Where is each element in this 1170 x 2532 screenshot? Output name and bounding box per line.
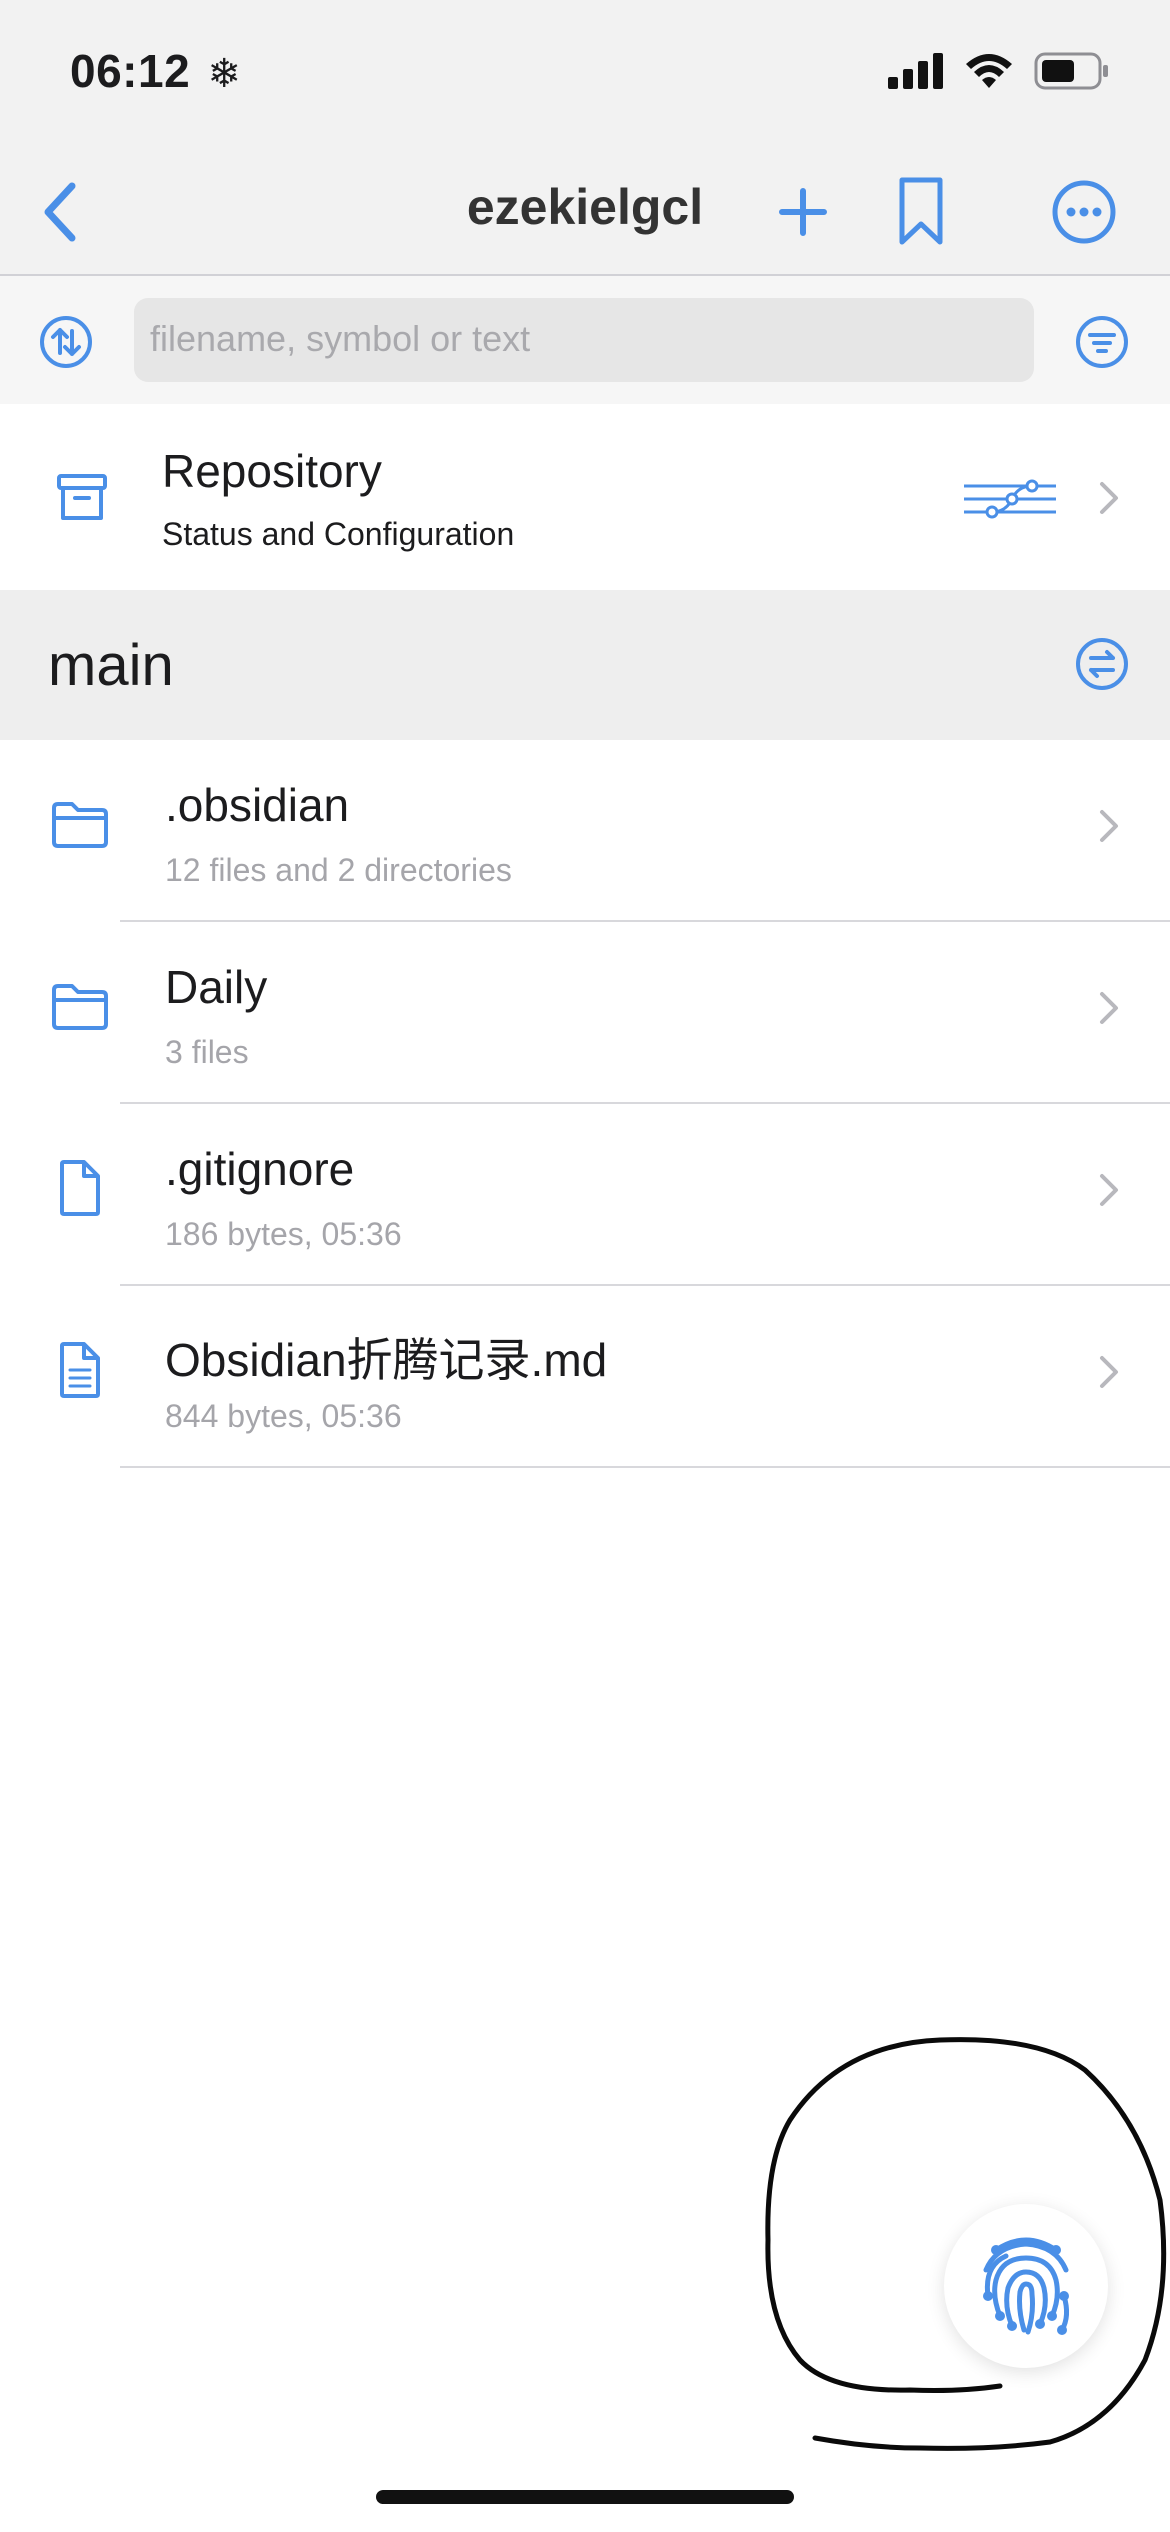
app-screen: 06:12 ❄ ezekielgcl filename, symbol or t…: [0, 0, 1170, 2532]
more-icon: [1052, 180, 1116, 244]
bookmark-button[interactable]: [886, 168, 956, 256]
repository-title: Repository: [162, 445, 382, 497]
status-bar: 06:12 ❄: [0, 0, 1170, 150]
item-detail: 12 files and 2 directories: [165, 852, 512, 888]
folder-icon: [52, 984, 108, 1030]
switch-branch-icon: [1076, 638, 1128, 690]
snowflake-icon: ❄: [207, 52, 242, 96]
git-graph-icon: [964, 479, 1056, 519]
divider: [120, 1466, 1170, 1468]
fingerprint-button[interactable]: [944, 2204, 1108, 2368]
status-time: 06:12 ❄: [70, 44, 241, 98]
time-label: 06:12: [70, 45, 191, 97]
battery-icon: [1034, 52, 1108, 90]
item-detail: 844 bytes, 05:36: [165, 1398, 402, 1434]
item-name: Daily: [165, 961, 268, 1013]
chevron-right-icon: [1100, 810, 1118, 842]
fingerprint-icon: [983, 2237, 1070, 2335]
item-name: .obsidian: [165, 779, 350, 831]
chevron-right-icon: [1100, 482, 1118, 514]
item-name: Obsidian折腾记录.md: [165, 1334, 608, 1386]
repository-row[interactable]: Repository Status and Configuration: [0, 404, 1170, 590]
item-detail: 186 bytes, 05:36: [165, 1216, 402, 1252]
chevron-right-icon: [1100, 1356, 1118, 1388]
status-indicators: [888, 52, 1110, 90]
filter-icon: [1076, 316, 1128, 368]
chevron-right-icon: [1100, 992, 1118, 1024]
branch-name: main: [48, 633, 174, 698]
archive-box-icon: [57, 474, 107, 520]
search-input[interactable]: filename, symbol or text: [134, 298, 1034, 382]
cellular-signal-icon: [888, 53, 943, 89]
file-icon: [60, 1160, 100, 1216]
branch-header: main: [0, 590, 1170, 740]
filter-button[interactable]: [1072, 312, 1132, 372]
file-list: .obsidian 12 files and 2 directories Dai…: [0, 740, 1170, 1468]
add-button[interactable]: [770, 172, 836, 252]
sort-icon: [40, 316, 92, 368]
chevron-right-icon: [1100, 1174, 1118, 1206]
item-name: .gitignore: [165, 1143, 355, 1195]
item-detail: 3 files: [165, 1034, 249, 1070]
document-text-icon: [60, 1342, 100, 1398]
sort-button[interactable]: [36, 312, 96, 372]
navigation-bar: ezekielgcl: [0, 150, 1170, 276]
plus-icon: [779, 188, 827, 236]
bookmark-icon: [899, 177, 943, 245]
page-title: ezekielgcl: [466, 179, 704, 235]
switch-branch-button[interactable]: [1072, 634, 1132, 694]
wifi-icon: [966, 54, 1012, 88]
home-indicator[interactable]: [376, 2490, 794, 2504]
list-item[interactable]: .gitignore 186 bytes, 05:36: [0, 1104, 1170, 1286]
list-item[interactable]: Obsidian折腾记录.md 844 bytes, 05:36: [0, 1286, 1170, 1468]
search-row: filename, symbol or text: [0, 276, 1170, 404]
repository-subtitle: Status and Configuration: [162, 516, 515, 552]
list-item[interactable]: .obsidian 12 files and 2 directories: [0, 740, 1170, 922]
folder-icon: [52, 802, 108, 848]
search-placeholder: filename, symbol or text: [150, 318, 531, 359]
list-item[interactable]: Daily 3 files: [0, 922, 1170, 1104]
more-button[interactable]: [1046, 170, 1122, 254]
